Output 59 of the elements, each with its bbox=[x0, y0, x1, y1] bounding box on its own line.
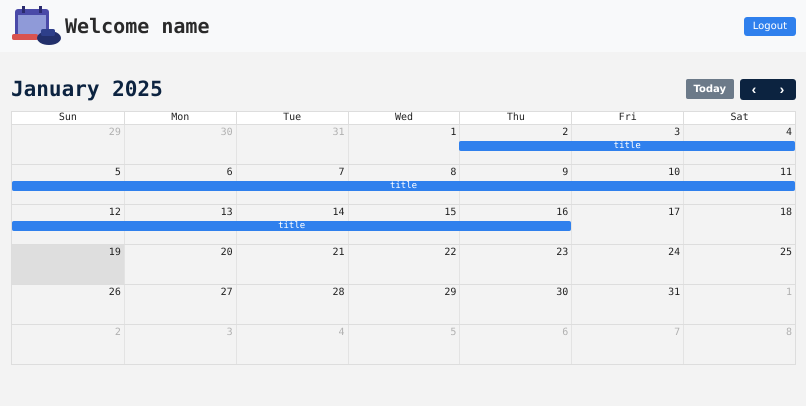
day-number: 27 bbox=[220, 286, 233, 299]
previous-button[interactable]: ‹ bbox=[740, 78, 768, 100]
day-number: 30 bbox=[220, 126, 233, 139]
day-number: 6 bbox=[226, 166, 233, 179]
weekday-header: Fri bbox=[571, 112, 684, 124]
day-number: 20 bbox=[220, 246, 233, 259]
day-number: 7 bbox=[674, 326, 680, 339]
day-number: 24 bbox=[668, 246, 680, 259]
logout-button[interactable]: Logout bbox=[744, 16, 796, 36]
day-number: 8 bbox=[450, 166, 456, 179]
day-number: 17 bbox=[668, 206, 680, 219]
event-title: title bbox=[614, 141, 641, 151]
logo-drawing bbox=[11, 6, 63, 46]
day-number: 2 bbox=[562, 126, 568, 139]
day-number: 29 bbox=[444, 286, 456, 299]
day-number: 26 bbox=[108, 286, 121, 299]
weekday-header: Thu bbox=[459, 112, 572, 124]
day-number: 18 bbox=[780, 206, 792, 219]
day-number: 13 bbox=[220, 206, 233, 219]
next-button[interactable]: › bbox=[768, 78, 796, 100]
day-number: 10 bbox=[668, 166, 680, 179]
day-number: 1 bbox=[786, 286, 792, 299]
day-number: 12 bbox=[108, 206, 121, 219]
day-number: 25 bbox=[780, 246, 792, 259]
day-number: 19 bbox=[108, 246, 121, 259]
day-number: 7 bbox=[338, 166, 345, 179]
day-number: 21 bbox=[332, 246, 345, 259]
day-number: 4 bbox=[338, 326, 345, 339]
weekday-header: Wed bbox=[348, 112, 460, 124]
weekday-header: Mon bbox=[124, 112, 236, 124]
day-number: 30 bbox=[556, 286, 568, 299]
day-number: 16 bbox=[556, 206, 568, 219]
day-number: 5 bbox=[450, 326, 456, 339]
day-number: 14 bbox=[332, 206, 345, 219]
day-number: 1 bbox=[450, 126, 456, 139]
day-number: 28 bbox=[332, 286, 345, 299]
day-number: 3 bbox=[226, 326, 233, 339]
day-number: 11 bbox=[780, 166, 792, 179]
day-number: 15 bbox=[444, 206, 456, 219]
day-number: 4 bbox=[786, 126, 792, 139]
day-number: 23 bbox=[556, 246, 568, 259]
day-number: 8 bbox=[786, 326, 792, 339]
day-number: 2 bbox=[114, 326, 121, 339]
day-number: 3 bbox=[674, 126, 680, 139]
welcome-heading: Welcome name bbox=[65, 14, 210, 38]
weekday-header: Tue bbox=[236, 112, 348, 124]
today-button[interactable]: Today bbox=[686, 79, 734, 99]
day-number: 5 bbox=[114, 166, 121, 179]
day-number: 9 bbox=[562, 166, 568, 179]
day-number: 31 bbox=[668, 286, 680, 299]
day-number: 31 bbox=[332, 126, 345, 139]
day-number: 6 bbox=[562, 326, 568, 339]
day-number: 29 bbox=[108, 126, 121, 139]
day-number: 22 bbox=[444, 246, 456, 259]
event-title: title bbox=[390, 181, 418, 191]
month-title: January 2025 bbox=[11, 77, 163, 101]
event-title: title bbox=[278, 221, 306, 231]
weekday-header: Sat bbox=[683, 112, 795, 124]
weekday-header: Sun bbox=[58, 112, 78, 124]
